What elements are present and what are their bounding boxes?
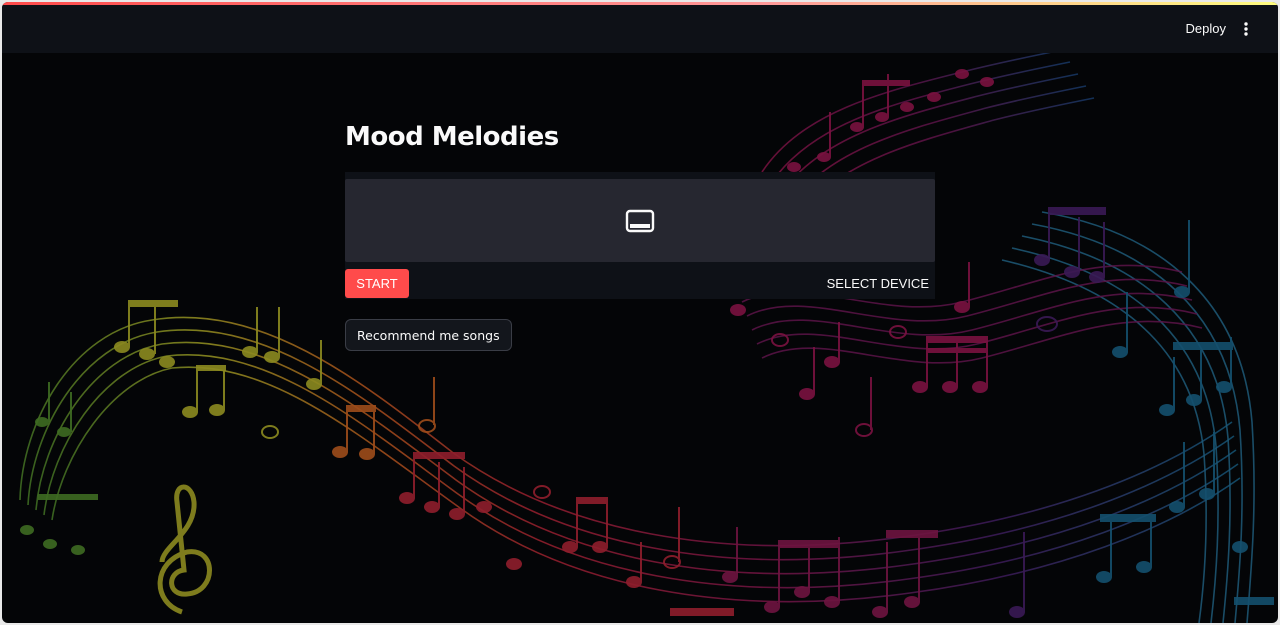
video-preview [345, 179, 935, 262]
music-notes-background [19, 49, 1274, 623]
select-device-button[interactable]: SELECT DEVICE [827, 276, 929, 291]
start-button[interactable]: START [345, 269, 409, 298]
app-header: Deploy [2, 5, 1278, 53]
webrtc-streamer: START SELECT DEVICE [345, 172, 935, 299]
video-frame-icon [625, 209, 655, 233]
deploy-button[interactable]: Deploy [1186, 21, 1226, 36]
main-menu-button[interactable] [1236, 17, 1256, 41]
page-title: Mood Melodies [345, 122, 559, 152]
kebab-menu-icon [1244, 22, 1248, 36]
app-window: Deploy Mood Melodies START SELECT DEVICE… [2, 2, 1278, 623]
recommend-songs-button[interactable]: Recommend me songs [345, 319, 512, 351]
